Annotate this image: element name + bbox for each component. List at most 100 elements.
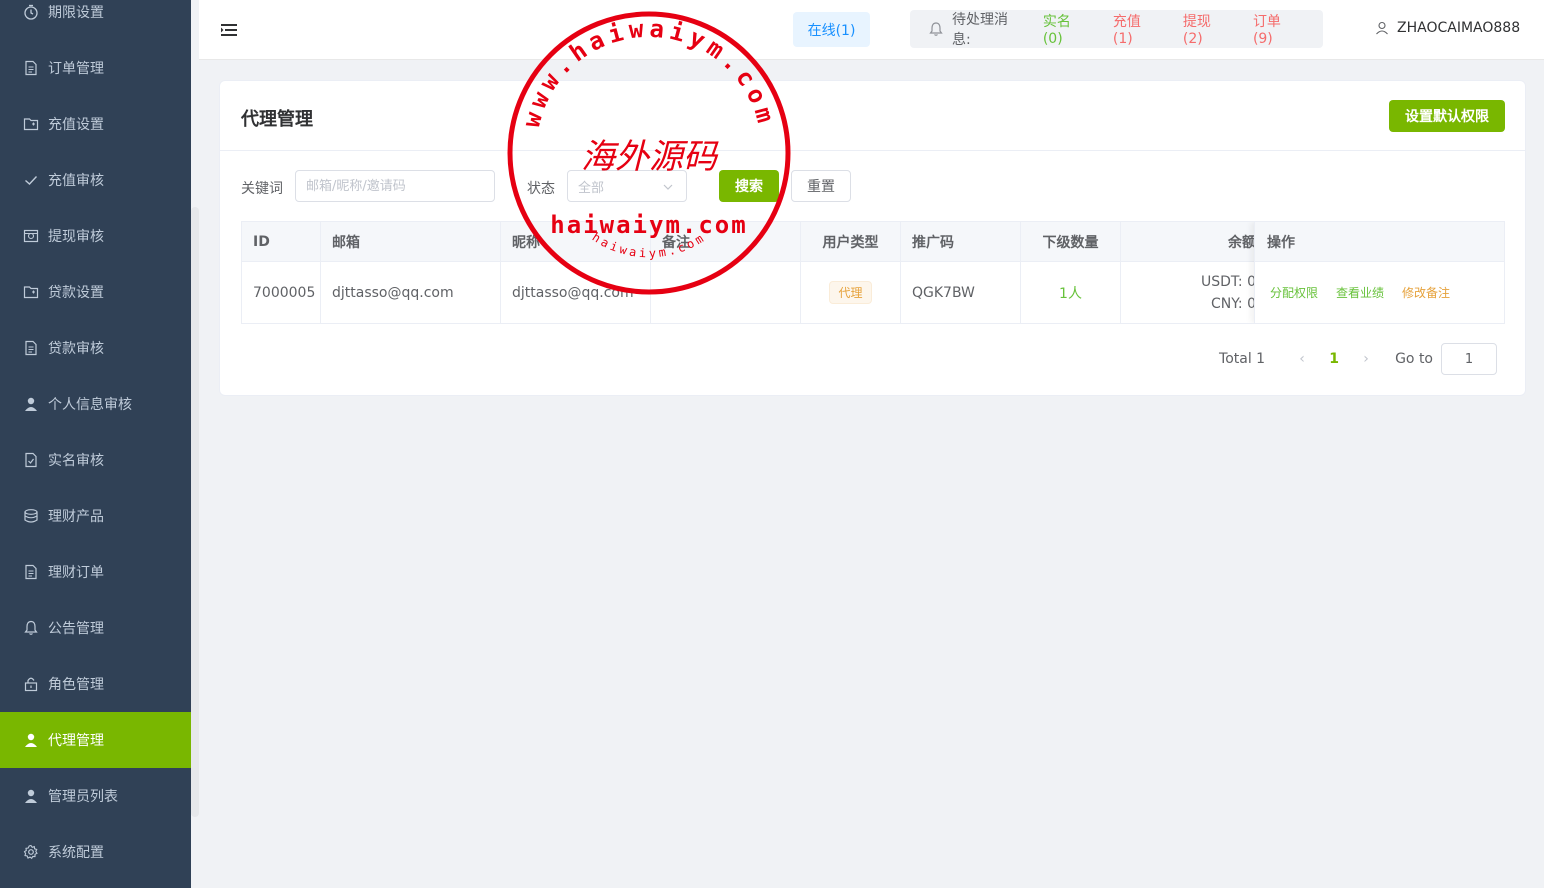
sidebar-item-label: 理财产品 <box>48 509 104 525</box>
chevron-down-icon <box>663 184 673 190</box>
next-page-icon[interactable]: › <box>1351 351 1381 367</box>
pending-label: 待处理消息: <box>952 12 1008 48</box>
actions-column: 操作 分配权限 查看业绩 修改备注 <box>1254 222 1504 323</box>
prev-page-icon[interactable]: ‹ <box>1287 351 1317 367</box>
column-header-remark: 备注 <box>651 222 801 261</box>
sidebar-item-label: 充值设置 <box>48 117 104 133</box>
sidebar-item-15[interactable]: 系统配置 <box>0 824 191 880</box>
keyword-input[interactable] <box>295 170 495 202</box>
top-header: 在线(1) 待处理消息: 实名(0) 充值(1) 提现(2) 订单(9) ZHAOCA… <box>199 0 1544 60</box>
wallet-icon <box>22 227 40 245</box>
sidebar-item-14[interactable]: 管理员列表 <box>0 768 191 824</box>
pending-item-2[interactable]: 提现(2) <box>1183 11 1229 47</box>
sidebar-item-9[interactable]: 理财产品 <box>0 488 191 544</box>
sidebar-item-label: 系统配置 <box>48 845 104 861</box>
cell-nickname: djttasso@qq.com <box>501 262 651 323</box>
user-icon <box>22 731 40 749</box>
gear-icon <box>22 843 40 861</box>
column-header-sub-count: 下级数量 <box>1021 222 1121 261</box>
document-icon <box>22 339 40 357</box>
sidebar-item-label: 充值审核 <box>48 173 104 189</box>
user-type-tag: 代理 <box>829 281 872 304</box>
user-icon <box>22 395 40 413</box>
cell-balance: USDT: 0 CNY: 0 <box>1121 262 1256 323</box>
page-title: 代理管理 <box>241 109 313 130</box>
column-header-id: ID <box>242 222 321 261</box>
assign-permission-link[interactable]: 分配权限 <box>1270 284 1318 301</box>
card-header: 代理管理 设置默认权限 <box>220 81 1525 151</box>
sidebar: 期限设置订单管理充值设置充值审核提现审核贷款设置贷款审核个人信息审核实名审核理财… <box>0 0 191 888</box>
sidebar-item-label: 管理员列表 <box>48 789 118 805</box>
sidebar-item-label: 实名审核 <box>48 453 104 469</box>
goto-label: Go to <box>1395 351 1433 367</box>
folder-icon <box>22 115 40 133</box>
sidebar-item-10[interactable]: 理财订单 <box>0 544 191 600</box>
sidebar-item-11[interactable]: 公告管理 <box>0 600 191 656</box>
check-icon <box>22 171 40 189</box>
sidebar-item-7[interactable]: 个人信息审核 <box>0 376 191 432</box>
document-icon <box>22 563 40 581</box>
agent-management-card: 代理管理 设置默认权限 关键词 状态 全部 搜索 重置 ID 邮箱 昵称 备注 … <box>219 80 1526 396</box>
column-header-promo-code: 推广码 <box>901 222 1021 261</box>
online-count-badge[interactable]: 在线(1) <box>793 12 870 47</box>
sidebar-item-label: 订单管理 <box>48 61 104 77</box>
filter-bar: 关键词 状态 全部 搜索 重置 <box>241 170 1501 203</box>
user-icon <box>1376 21 1388 35</box>
cell-promo-code: QGK7BW <box>901 262 1021 323</box>
keyword-label: 关键词 <box>241 181 283 197</box>
sidebar-item-label: 贷款审核 <box>48 341 104 357</box>
cell-email: djttasso@qq.com <box>321 262 501 323</box>
sidebar-item-3[interactable]: 充值审核 <box>0 152 191 208</box>
sidebar-item-label: 期限设置 <box>48 5 104 21</box>
pending-messages: 待处理消息: 实名(0) 充值(1) 提现(2) 订单(9) <box>910 10 1323 48</box>
sidebar-scrollbar[interactable] <box>191 207 199 817</box>
view-performance-link[interactable]: 查看业绩 <box>1336 284 1384 301</box>
pending-item-1[interactable]: 充值(1) <box>1113 11 1159 47</box>
column-header-user-type: 用户类型 <box>801 222 901 261</box>
sidebar-item-6[interactable]: 贷款审核 <box>0 320 191 376</box>
username: ZHAOCAIMAO888 <box>1397 20 1521 36</box>
sidebar-item-13[interactable]: 代理管理 <box>0 712 191 768</box>
lock-icon <box>22 675 40 693</box>
cell-remark <box>651 262 801 323</box>
cell-sub-count: 1人 <box>1021 262 1121 323</box>
user-menu[interactable]: ZHAOCAIMAO888 <box>1375 20 1520 36</box>
column-header-nickname: 昵称 <box>501 222 651 261</box>
timer-icon <box>22 3 40 21</box>
sidebar-item-label: 公告管理 <box>48 621 104 637</box>
edit-remark-link[interactable]: 修改备注 <box>1402 284 1450 301</box>
menu-toggle-icon[interactable] <box>220 21 238 39</box>
sidebar-item-8[interactable]: 实名审核 <box>0 432 191 488</box>
table-row[interactable]: 7000005 djttasso@qq.com djttasso@qq.com … <box>242 261 1256 323</box>
column-header-email: 邮箱 <box>321 222 501 261</box>
set-default-permission-button[interactable]: 设置默认权限 <box>1389 100 1505 132</box>
search-button[interactable]: 搜索 <box>719 170 779 202</box>
sidebar-item-label: 提现审核 <box>48 229 104 245</box>
column-header-actions: 操作 <box>1255 222 1504 261</box>
document-check-icon <box>22 451 40 469</box>
balance-usdt: USDT: 0 <box>1200 273 1256 290</box>
document-icon <box>22 59 40 77</box>
cell-id: 7000005 <box>242 262 321 323</box>
status-select-value: 全部 <box>578 180 605 196</box>
agent-table: ID 邮箱 昵称 备注 用户类型 推广码 下级数量 余额 7000005 djt… <box>241 221 1505 324</box>
status-select[interactable]: 全部 <box>567 170 687 202</box>
sidebar-item-0[interactable]: 期限设置 <box>0 0 191 40</box>
sidebar-item-label: 代理管理 <box>48 733 104 749</box>
sidebar-menu: 期限设置订单管理充值设置充值审核提现审核贷款设置贷款审核个人信息审核实名审核理财… <box>0 0 191 880</box>
page-number[interactable]: 1 <box>1317 351 1351 367</box>
sidebar-item-1[interactable]: 订单管理 <box>0 40 191 96</box>
sidebar-item-4[interactable]: 提现审核 <box>0 208 191 264</box>
table-header-row: ID 邮箱 昵称 备注 用户类型 推广码 下级数量 余额 <box>242 222 1256 261</box>
cell-user-type: 代理 <box>801 262 901 323</box>
sidebar-item-12[interactable]: 角色管理 <box>0 656 191 712</box>
sidebar-item-2[interactable]: 充值设置 <box>0 96 191 152</box>
coins-icon <box>22 507 40 525</box>
goto-page-input[interactable] <box>1441 343 1497 375</box>
sidebar-item-5[interactable]: 贷款设置 <box>0 264 191 320</box>
reset-button[interactable]: 重置 <box>791 170 851 202</box>
pending-item-0[interactable]: 实名(0) <box>1043 11 1089 47</box>
row-actions: 分配权限 查看业绩 修改备注 <box>1255 261 1504 323</box>
pending-item-3[interactable]: 订单(9) <box>1253 11 1299 47</box>
sidebar-item-label: 贷款设置 <box>48 285 104 301</box>
